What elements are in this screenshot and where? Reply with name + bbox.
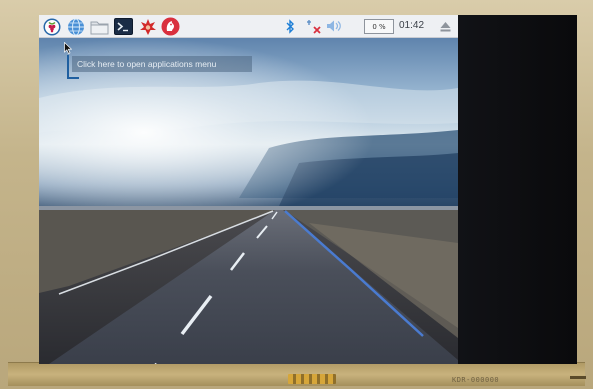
cpu-usage-monitor[interactable]: 0 % xyxy=(364,19,394,34)
ribbon-connector xyxy=(288,374,336,384)
mouse-cursor-icon xyxy=(64,41,73,59)
eject-icon[interactable] xyxy=(439,20,452,38)
desktop-wallpaper xyxy=(39,38,458,364)
web-browser-icon[interactable] xyxy=(66,17,86,36)
unused-screen-area xyxy=(458,15,577,364)
network-disconnected-icon[interactable] xyxy=(306,18,322,40)
volume-icon[interactable] xyxy=(326,19,342,38)
cpu-usage-value: 0 % xyxy=(372,22,386,31)
lcd-screen: 0 % 01:42 Click here to open application… xyxy=(39,15,577,364)
top-taskbar: 0 % 01:42 xyxy=(39,15,458,38)
menu-tooltip: Click here to open applications menu xyxy=(72,56,252,72)
serial-label: KDR-000000 xyxy=(452,376,500,384)
mathematica-icon[interactable] xyxy=(138,17,158,36)
bluetooth-icon[interactable] xyxy=(285,19,295,39)
road-landscape xyxy=(39,38,458,364)
wolfram-icon[interactable] xyxy=(160,17,180,36)
raspberry-menu-icon[interactable] xyxy=(42,17,62,36)
pcb-edge xyxy=(570,376,586,379)
terminal-icon[interactable] xyxy=(113,17,133,36)
file-manager-icon[interactable] xyxy=(89,17,109,36)
clock[interactable]: 01:42 xyxy=(399,20,424,31)
